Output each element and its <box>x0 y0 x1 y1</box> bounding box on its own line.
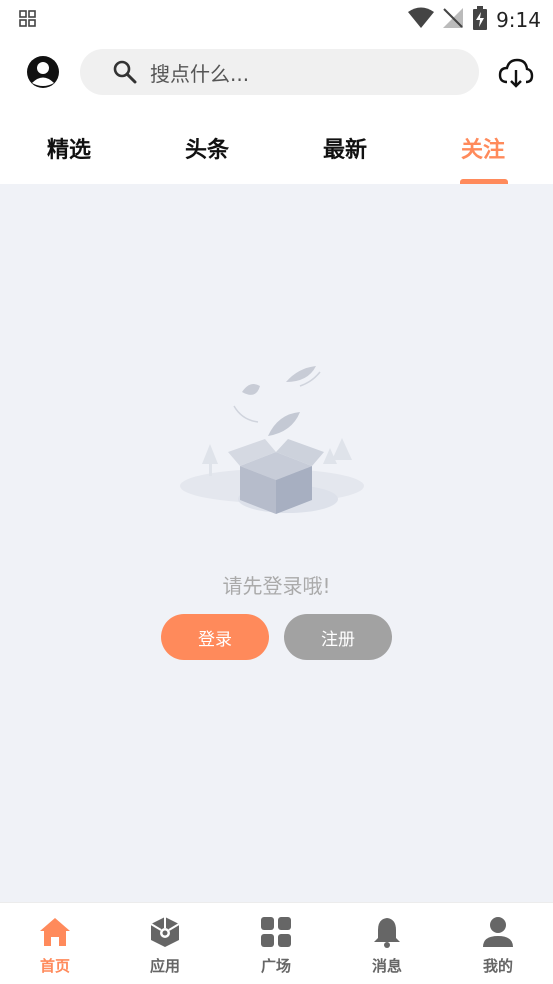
search-icon <box>112 59 138 85</box>
status-time: 9:14 <box>496 8 541 32</box>
tab-featured[interactable]: 精选 <box>29 132 109 164</box>
register-button[interactable]: 注册 <box>284 614 392 660</box>
top-bar: 搜点什么... <box>0 38 553 108</box>
nav-item-home[interactable]: 首页 <box>0 903 110 984</box>
main-content: 请先登录哦! 登录 注册 <box>0 184 553 902</box>
tab-headlines[interactable]: 头条 <box>167 132 247 164</box>
tab-latest[interactable]: 最新 <box>305 132 385 164</box>
bottom-nav: 首页 应用 广场 消息 我的 <box>0 902 553 984</box>
nav-item-apps[interactable]: 应用 <box>110 903 220 984</box>
status-bar: 9:14 <box>0 0 553 38</box>
tab-bar: 精选 头条 最新 关注 <box>0 108 553 184</box>
login-button[interactable]: 登录 <box>161 614 269 660</box>
nav-item-plaza[interactable]: 广场 <box>221 903 331 984</box>
no-signal-icon <box>442 7 464 33</box>
nav-label-home: 首页 <box>39 957 70 975</box>
search-placeholder: 搜点什么... <box>150 61 250 86</box>
nav-item-mine[interactable]: 我的 <box>443 903 553 984</box>
bell-icon <box>370 915 404 949</box>
nav-item-messages[interactable]: 消息 <box>332 903 442 984</box>
nav-label-plaza: 广场 <box>260 957 291 975</box>
battery-charging-icon <box>472 6 488 34</box>
grid-icon <box>259 915 293 949</box>
notification-grid-icon <box>19 10 37 32</box>
person-icon <box>481 915 515 949</box>
search-bar[interactable]: 搜点什么... <box>80 49 479 95</box>
cloud-download-icon[interactable] <box>498 55 534 91</box>
home-icon <box>38 915 72 949</box>
nav-label-messages: 消息 <box>371 957 402 975</box>
nav-label-apps: 应用 <box>149 957 180 975</box>
tab-following[interactable]: 关注 <box>443 132 523 164</box>
login-prompt-text: 请先登录哦! <box>222 574 331 598</box>
box-icon <box>148 915 182 949</box>
empty-box-illustration <box>170 352 380 527</box>
nav-label-mine: 我的 <box>482 957 513 975</box>
wifi-icon <box>408 7 435 33</box>
account-avatar-icon[interactable] <box>26 55 60 89</box>
